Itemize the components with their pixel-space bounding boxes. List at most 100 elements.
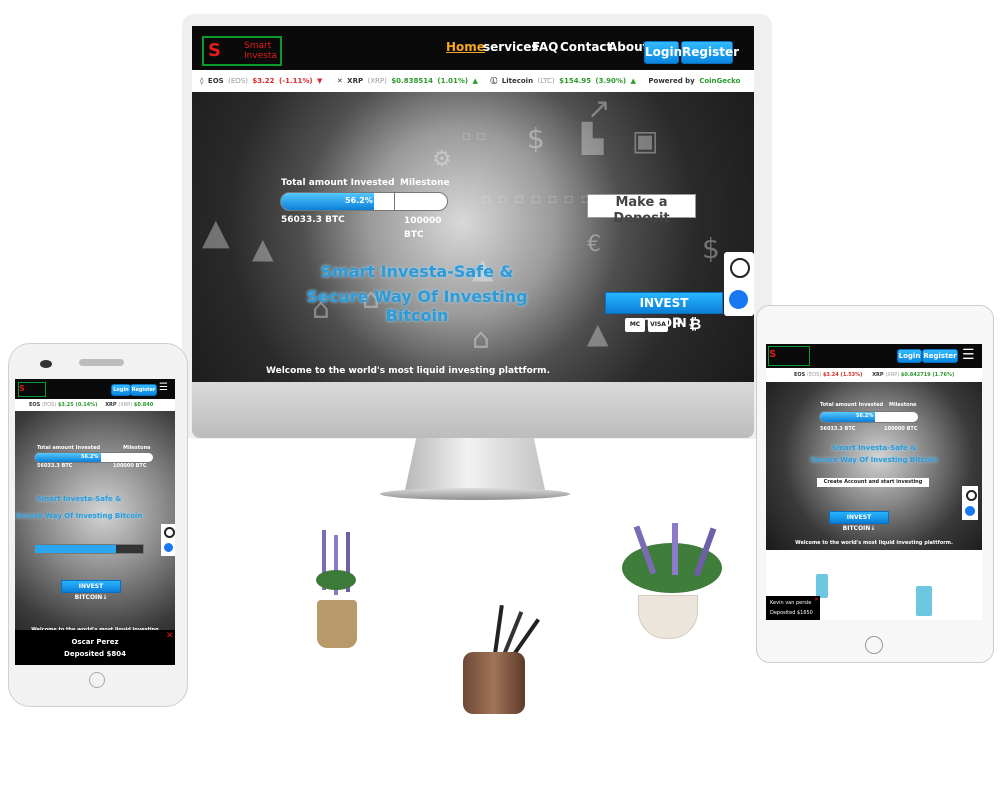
deposit-notification-popup: Oscar Perez Deposited $804 ✕ [15, 630, 175, 665]
ticker-eos-symbol: (EOS) [228, 77, 248, 85]
invested-value: 56033.3 BTC [37, 463, 73, 469]
coingecko-link[interactable]: CoinGecko [699, 77, 740, 85]
whatsapp-icon[interactable] [164, 527, 175, 538]
crypto-ticker: EOS (EOS) $3.24 (1.53%) XRP (XRP) $0.842… [766, 368, 982, 382]
ticker-eos-change: (0.14%) [75, 402, 98, 408]
dollar-icon: $ [527, 122, 545, 155]
ticker-eos-change: (1.53%) [840, 372, 863, 378]
invest-bitcoin-button[interactable]: INVEST BITCOIN↓ [61, 580, 121, 601]
ticker-eos-name: EOS [207, 77, 224, 85]
milestone-label: Milestone [889, 402, 917, 408]
ticker-ltc-price: $154.95 [559, 77, 591, 85]
hero-section: Total amount Invested Milestone 56.2% 56… [15, 411, 175, 665]
register-button[interactable]: Register [681, 41, 739, 64]
tablet-navbar: S Login Register ☰ [766, 344, 982, 368]
visa-icon: VISA [648, 318, 668, 332]
messenger-icon[interactable] [729, 290, 748, 309]
popup-deposit-text: Deposited $1650 [770, 610, 813, 616]
wooden-pen-holder [463, 652, 525, 714]
hamburger-menu-icon[interactable]: ☰ [962, 347, 975, 363]
lavender-plant [612, 523, 732, 603]
messenger-icon[interactable] [965, 506, 975, 516]
ticker-xrp-name: XRP [347, 77, 364, 85]
up-arrow-icon: ▲ [630, 77, 636, 85]
desktop-screen: S Smart Investa Home services FAQ Contac… [192, 26, 754, 382]
whatsapp-icon[interactable] [730, 258, 750, 278]
banknote-icon: ▣ [632, 124, 659, 157]
crypto-ticker: EOS (EOS) $3.25 (0.14%) XRP (XRP) $0.840 [15, 399, 175, 411]
litecoin-coin-icon: Ⓛ [490, 77, 498, 85]
ticker-xrp-name: XRP [105, 402, 117, 408]
close-icon[interactable]: ✕ [166, 631, 174, 641]
ticker-xrp-name: XRP [872, 372, 884, 378]
gear-icon: ⚙ [432, 147, 452, 172]
dollar-icon: $ [702, 232, 720, 265]
invest-bitcoin-button[interactable]: INVEST BITCOIN↓ [829, 511, 889, 532]
social-chat-widget [161, 524, 175, 556]
nav-faq[interactable]: FAQ [532, 40, 558, 54]
crypto-ticker: ◊ EOS (EOS) $3.22 (-1.11%) ▼ ✕ XRP (XRP)… [192, 70, 754, 92]
login-button[interactable]: Login [897, 349, 922, 363]
chart-icon: ↗ [587, 92, 611, 125]
nav-home[interactable]: Home [446, 40, 485, 54]
xrp-coin-icon: ✕ [336, 77, 343, 85]
up-arrow-icon: ▲ [472, 77, 478, 85]
progress-percent: 56.2% [345, 196, 373, 205]
tree-icon: ▲ [587, 317, 609, 350]
phone-home-button[interactable] [89, 672, 105, 688]
phone-navbar: S Login Register ☰ [15, 379, 175, 399]
nav-contact[interactable]: Contact [560, 40, 612, 54]
popup-name: Kevin van persie [770, 600, 812, 606]
close-icon[interactable]: ✕ [814, 596, 819, 603]
ticker-xrp-price: $0.838514 [391, 77, 433, 85]
ticker-eos-price: $3.24 [822, 372, 839, 378]
house-icon: ⌂ [472, 322, 490, 355]
ticker-xrp-symbol: (XRP) [118, 402, 133, 408]
paypal-icon: P [672, 316, 683, 332]
ticker-eos-symbol: (EOS) [42, 402, 57, 408]
messenger-icon[interactable] [164, 543, 173, 552]
welcome-text: Welcome to the world's most liquid inves… [266, 366, 550, 376]
investment-progress-bar: 56.2% [819, 411, 919, 423]
milestone-value: 100000 BTC [884, 426, 918, 432]
brand-logo[interactable]: S [768, 346, 810, 366]
create-account-button[interactable]: Create Account and start investing [817, 478, 929, 487]
brand-logo[interactable]: S [18, 382, 46, 397]
headline-line-2: Secure Way Of Investing Bitcoin [15, 512, 143, 520]
nav-about[interactable]: About [608, 40, 648, 54]
ticker-xrp-symbol: (XRP) [885, 372, 900, 378]
invest-bitcoin-button[interactable]: INVEST BITCOIN↓ [605, 292, 723, 330]
logo-text: Smart Investa [244, 41, 277, 61]
social-chat-widget [724, 252, 754, 316]
whatsapp-icon[interactable] [966, 490, 977, 501]
ticker-ltc-symbol: (LTC) [537, 77, 555, 85]
monitor-stand-foot [380, 488, 570, 500]
brand-logo[interactable]: S Smart Investa [202, 36, 282, 66]
register-button[interactable]: Register [922, 349, 958, 363]
mastercard-icon: MC [625, 318, 645, 332]
ceramic-pot [638, 595, 698, 639]
ticker-eos-price: $3.22 [252, 77, 275, 85]
progress-percent: 56.2% [856, 413, 874, 419]
eos-coin-icon: ◊ [200, 77, 204, 85]
login-button[interactable]: Login [644, 41, 682, 64]
nav-services[interactable]: services [483, 40, 539, 54]
popup-deposit-text: Deposited $804 [64, 650, 126, 658]
headline-line-2: Secure Way Of Investing Bitcoin [306, 287, 528, 325]
milestone-label: Milestone [123, 445, 151, 451]
register-button[interactable]: Register [130, 384, 157, 396]
powered-by-label: Powered by [648, 77, 695, 85]
bitcoin-icon: ₿ [689, 315, 702, 333]
lavender-stem [672, 523, 678, 575]
ticker-eos-symbol: (EOS) [807, 372, 822, 378]
milestone-unit: BTC [404, 230, 424, 240]
login-button[interactable]: Login [111, 384, 131, 396]
headline-line-1: Smart Investa-Safe & [36, 495, 122, 503]
social-chat-widget [962, 486, 978, 520]
tablet-home-button[interactable] [865, 636, 883, 654]
hamburger-menu-icon[interactable]: ☰ [159, 383, 168, 393]
deposit-notification-popup: Kevin van persie Deposited $1650 ✕ [766, 596, 820, 620]
ticker-eos-change: (-1.11%) [279, 77, 313, 85]
make-deposit-button[interactable]: Make a Deposit [587, 194, 696, 226]
tree-icon: ▲ [202, 212, 230, 253]
